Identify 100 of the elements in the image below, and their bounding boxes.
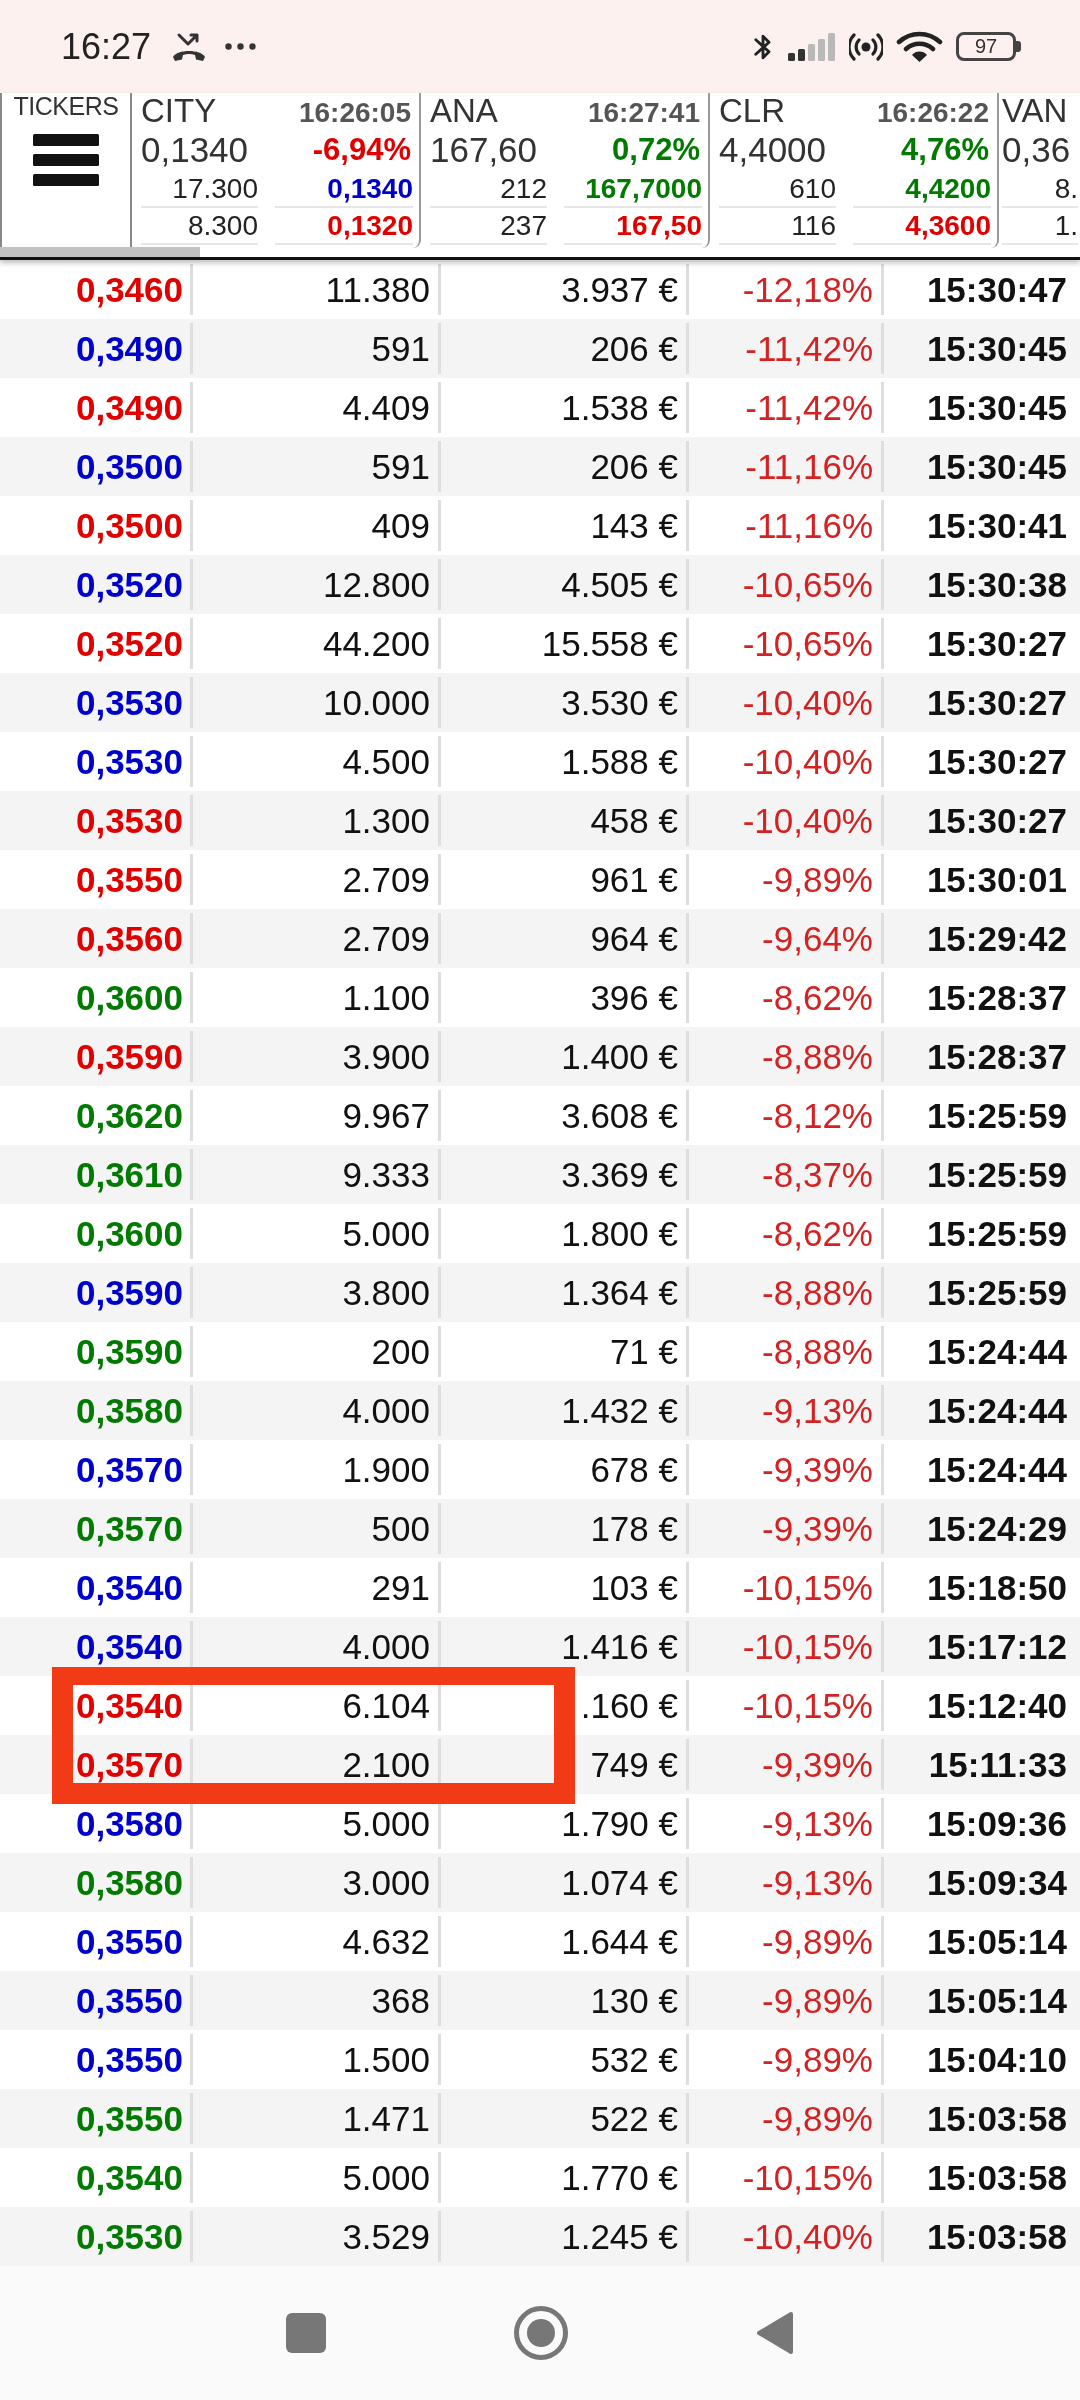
trade-price: 0,3500 [75, 446, 183, 487]
trade-time: 15:24:44 [926, 1331, 1067, 1372]
trade-price: 0,3550 [75, 1980, 183, 2021]
trade-time: 15:11:33 [928, 1744, 1067, 1785]
ask-volume: 8.300 [187, 209, 258, 242]
trade-amount: 522 € [590, 2098, 678, 2139]
bid-price: 4,4200 [905, 172, 991, 205]
trade-amount: 130 € [590, 1980, 678, 2021]
ask-volume: 1. [1054, 209, 1078, 242]
trade-price: 0,3530 [75, 682, 183, 723]
ticker-time: 16:26:05 [298, 97, 411, 129]
trade-amount: 458 € [590, 800, 678, 841]
trade-time: 15:30:45 [926, 387, 1067, 428]
bid-volume: 212 [500, 172, 547, 205]
trade-amount: 1.588 € [561, 741, 678, 782]
more-notifications-icon [225, 43, 257, 50]
trade-time: 15:03:58 [926, 2157, 1067, 2198]
trade-price: 0,3580 [75, 1803, 183, 1844]
trade-amount: 1.800 € [561, 1213, 678, 1254]
scrollbar-thumb[interactable] [0, 247, 200, 257]
trade-change: -8,88% [762, 1272, 873, 1313]
trade-volume: 291 [371, 1567, 430, 1608]
trade-volume: 5.000 [342, 2157, 430, 2198]
trade-time: 15:24:44 [926, 1390, 1067, 1431]
ticker-symbol: ANA [430, 93, 498, 129]
trade-volume: 12.800 [322, 564, 430, 605]
missed-call-icon [171, 31, 208, 62]
trade-volume: 1.100 [342, 977, 430, 1018]
menu-icon[interactable] [33, 134, 99, 186]
trade-change: -9,13% [762, 1803, 873, 1844]
trade-amount: 961 € [590, 859, 678, 900]
trade-time: 15:30:41 [926, 505, 1067, 546]
trade-volume: 200 [371, 1331, 430, 1372]
ticker-symbol: CITY [141, 93, 217, 129]
home-icon[interactable] [514, 2306, 568, 2360]
trade-change: -9,89% [762, 859, 873, 900]
trade-volume: 500 [371, 1508, 430, 1549]
trade-amount: 206 € [590, 446, 678, 487]
trade-time: 15:30:27 [926, 800, 1067, 841]
trade-volume: 2.100 [342, 1744, 430, 1785]
trade-change: -11,16% [745, 446, 873, 487]
trade-amount: 206 € [590, 328, 678, 369]
ticker-price: 4,4000 [719, 130, 827, 170]
trade-time: 15:28:37 [926, 977, 1067, 1018]
trade-change: -8,12% [762, 1095, 873, 1136]
trade-change: -8,62% [762, 977, 873, 1018]
trade-change: -10,15% [742, 1567, 873, 1608]
trade-price: 0,3600 [75, 1213, 183, 1254]
trade-change: -9,89% [762, 2039, 873, 2080]
trade-volume: 4.409 [342, 387, 430, 428]
trade-volume: 5.000 [342, 1213, 430, 1254]
trade-amount: 143 € [590, 505, 678, 546]
trade-time: 15:24:44 [926, 1449, 1067, 1490]
trade-time: 15:09:34 [926, 1862, 1067, 1903]
trade-volume: 1.900 [342, 1449, 430, 1490]
trade-price: 0,3540 [75, 1567, 183, 1608]
trade-change: -9,13% [762, 1390, 873, 1431]
trade-price: 0,3610 [75, 1154, 183, 1195]
trade-price: 0,3530 [75, 741, 183, 782]
trade-time: 15:30:27 [926, 623, 1067, 664]
ticker-symbol: CLR [719, 93, 786, 129]
trade-time: 15:05:14 [926, 1921, 1067, 1962]
trade-amount: 1.400 € [561, 1036, 678, 1077]
trade-amount: 678 € [590, 1449, 678, 1490]
trade-change: -10,40% [742, 800, 873, 841]
tickers-label: TICKERS [13, 93, 119, 119]
trade-time: 15:30:27 [926, 682, 1067, 723]
trade-change: -9,39% [762, 1744, 873, 1785]
trade-volume: 1.471 [342, 2098, 430, 2139]
ask-price: 4,3600 [905, 209, 991, 242]
trade-amount: .160 € [580, 1685, 678, 1726]
trade-price: 0,3500 [75, 505, 183, 546]
trade-volume: 44.200 [322, 623, 430, 664]
trade-change: -9,39% [762, 1508, 873, 1549]
trade-price: 0,3540 [75, 1626, 183, 1667]
trade-price: 0,3570 [75, 1449, 183, 1490]
trade-change: -10,40% [742, 682, 873, 723]
trade-amount: 1.364 € [561, 1272, 678, 1313]
trade-time: 15:04:10 [926, 2039, 1067, 2080]
trade-time: 15:25:59 [926, 1272, 1067, 1313]
trade-volume: 5.000 [342, 1803, 430, 1844]
trade-price: 0,3460 [75, 269, 183, 310]
bid-volume: 8. [1054, 172, 1078, 205]
trade-volume: 4.632 [342, 1921, 430, 1962]
trade-amount: 178 € [590, 1508, 678, 1549]
trade-amount: 4.505 € [561, 564, 678, 605]
ticker-symbol: VAN [1002, 93, 1068, 129]
ticker-change: -6,94% [312, 132, 411, 168]
trade-time: 15:30:47 [926, 269, 1067, 310]
trade-volume: 591 [371, 446, 430, 487]
trade-volume: 409 [371, 505, 430, 546]
back-icon[interactable] [756, 2311, 794, 2355]
trade-price: 0,3540 [75, 1685, 183, 1726]
battery-indicator: 97 [956, 32, 1021, 61]
trade-amount: 1.644 € [561, 1921, 678, 1962]
trade-time: 15:03:58 [926, 2098, 1067, 2139]
ask-volume: 237 [500, 209, 547, 242]
trade-amount: 1.538 € [561, 387, 678, 428]
trade-price: 0,3580 [75, 1862, 183, 1903]
trade-amount: 1.790 € [561, 1803, 678, 1844]
